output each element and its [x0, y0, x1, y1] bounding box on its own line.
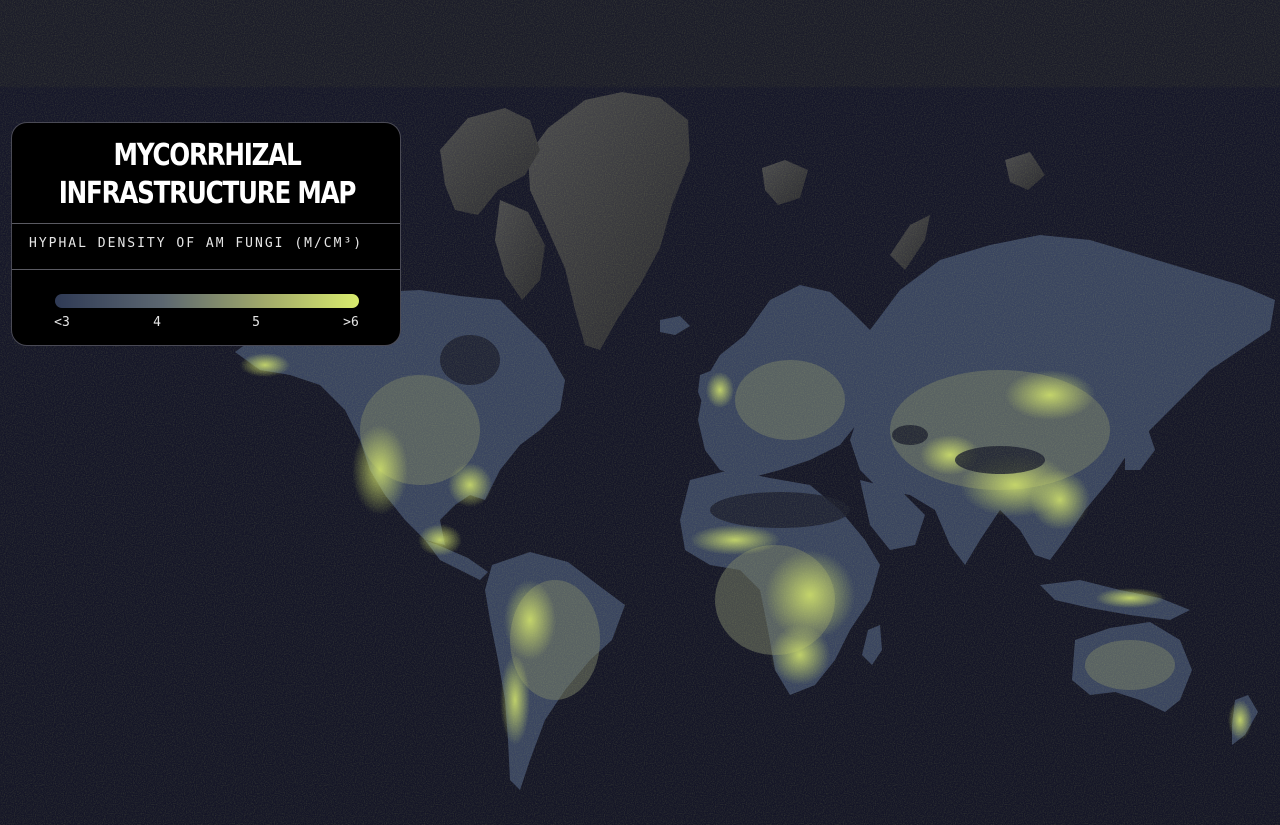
legend-panel: MYCORRHIZAL INFRASTRUCTURE MAP HYPHAL DE… — [11, 122, 401, 346]
legend-title-line2: INFRASTRUCTURE MAP — [58, 176, 357, 211]
legend-tick-min: <3 — [54, 315, 70, 330]
legend-color-scale — [55, 294, 359, 308]
legend-tick-max: >6 — [343, 315, 359, 330]
legend-tick-4: 4 — [153, 315, 161, 330]
legend-title-line1: MYCORRHIZAL — [113, 138, 301, 173]
legend-tick-5: 5 — [252, 315, 260, 330]
legend-divider-bottom — [12, 269, 400, 270]
map-canvas: MYCORRHIZAL INFRASTRUCTURE MAP HYPHAL DE… — [0, 0, 1280, 825]
legend-subtitle: HYPHAL DENSITY OF AM FUNGI (M/CM³) — [29, 236, 364, 251]
legend-title: MYCORRHIZAL INFRASTRUCTURE MAP — [47, 137, 367, 213]
legend-divider-top — [12, 223, 400, 224]
